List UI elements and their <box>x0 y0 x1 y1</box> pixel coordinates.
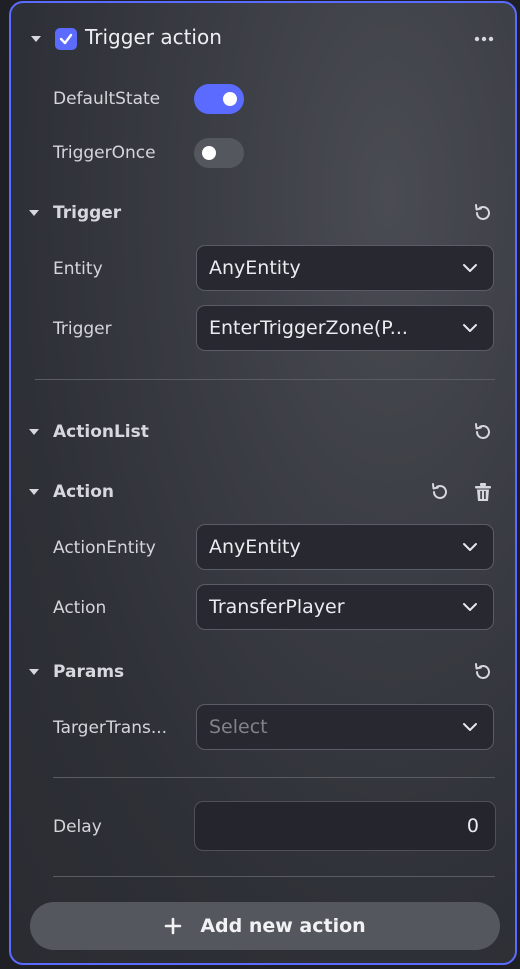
action-list-title: ActionList <box>53 422 149 442</box>
target-transform-label: TargerTrans... <box>53 718 168 738</box>
action-entity-value: AnyEntity <box>209 536 301 558</box>
params-title: Params <box>53 662 125 682</box>
check-icon <box>59 33 73 45</box>
trigger-action-panel: Trigger action DefaultState TriggerOnce … <box>9 1 517 965</box>
trigger-select[interactable]: EnterTriggerZone(P... <box>196 305 494 351</box>
trash-icon[interactable] <box>472 481 494 503</box>
action-label: Action <box>53 598 107 618</box>
chevron-down-icon <box>463 264 477 272</box>
chevron-down-icon <box>463 603 477 611</box>
plus-icon <box>165 917 182 935</box>
reset-icon[interactable] <box>472 202 494 224</box>
action-list-caret-icon[interactable] <box>29 429 39 435</box>
add-new-action-label: Add new action <box>200 915 366 937</box>
action-entity-select[interactable]: AnyEntity <box>196 524 494 570</box>
entity-label: Entity <box>53 259 103 279</box>
enable-checkbox[interactable] <box>55 28 77 50</box>
target-transform-placeholder: Select <box>209 716 268 738</box>
entity-select[interactable]: AnyEntity <box>196 245 494 291</box>
trigger-value: EnterTriggerZone(P... <box>209 317 408 339</box>
more-horizontal-icon[interactable] <box>474 36 494 42</box>
default-state-label: DefaultState <box>53 89 161 109</box>
reset-icon[interactable] <box>472 421 494 443</box>
action-select[interactable]: TransferPlayer <box>196 584 494 630</box>
action-value: TransferPlayer <box>209 596 345 618</box>
trigger-once-label: TriggerOnce <box>53 143 156 163</box>
reset-icon[interactable] <box>472 661 494 683</box>
delay-value: 0 <box>466 815 479 837</box>
trigger-caret-icon[interactable] <box>29 210 39 216</box>
default-state-toggle[interactable] <box>194 84 244 114</box>
trigger-once-toggle[interactable] <box>194 138 244 168</box>
panel-title: Trigger action <box>85 25 222 49</box>
target-transform-select[interactable]: Select <box>196 704 494 750</box>
divider <box>35 379 495 380</box>
delay-input[interactable]: 0 <box>194 801 496 851</box>
entity-value: AnyEntity <box>209 257 301 279</box>
chevron-down-icon <box>463 723 477 731</box>
divider <box>53 876 495 877</box>
params-caret-icon[interactable] <box>29 669 39 675</box>
trigger-section-title: Trigger <box>53 203 122 223</box>
action-caret-icon[interactable] <box>29 489 39 495</box>
collapse-caret-icon[interactable] <box>31 36 41 42</box>
chevron-down-icon <box>463 543 477 551</box>
action-section-title: Action <box>53 482 114 502</box>
divider <box>53 777 495 778</box>
chevron-down-icon <box>463 324 477 332</box>
trigger-label: Trigger <box>53 319 112 339</box>
reset-icon[interactable] <box>429 481 451 503</box>
delay-label: Delay <box>53 817 102 837</box>
add-new-action-button[interactable]: Add new action <box>30 902 500 950</box>
action-entity-label: ActionEntity <box>53 538 156 558</box>
